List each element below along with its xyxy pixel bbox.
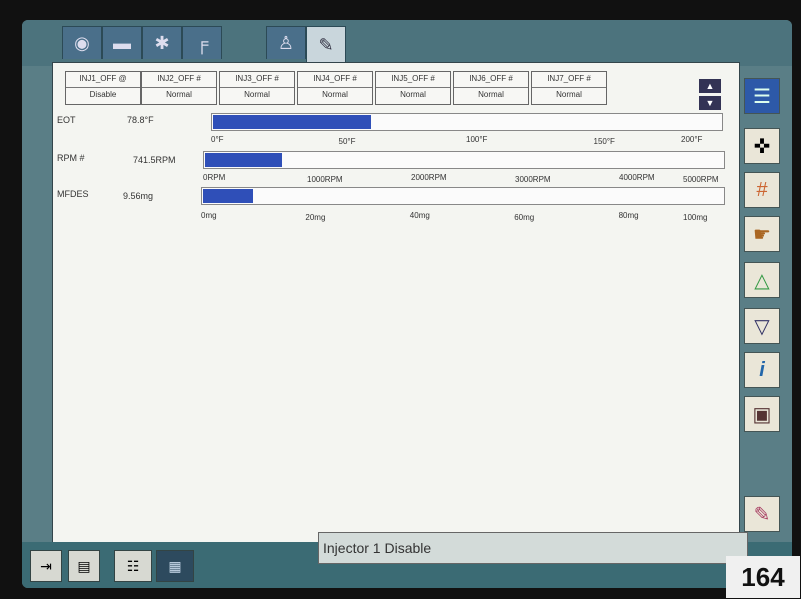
injector-1-toggle[interactable]: INJ1_OFF @ Disable xyxy=(65,71,141,105)
hand-icon[interactable]: ☛ xyxy=(744,216,780,252)
data-list-icon[interactable]: ☷ xyxy=(114,550,152,582)
exit-icon[interactable]: ⇥ xyxy=(30,550,62,582)
injector-state: Normal xyxy=(322,90,348,99)
injector-7-toggle[interactable]: INJ7_OFF # Normal xyxy=(531,71,607,105)
data-grid-icon[interactable]: ▦ xyxy=(156,550,194,582)
logo-icon[interactable]: ◉ xyxy=(62,26,102,59)
param-name: MFDES xyxy=(57,189,89,199)
dropdown-icon[interactable]: ▽ xyxy=(744,308,780,344)
param-value: 741.5RPM xyxy=(133,155,176,165)
injector-name: INJ7_OFF # xyxy=(532,72,606,88)
scale-label: 0°F xyxy=(211,135,224,144)
injector-state: Normal xyxy=(400,90,426,99)
top-tab-bar: ◉ ▬ ✱ ╒ ♙ ✎ xyxy=(22,20,792,66)
scale-label: 100°F xyxy=(466,135,488,144)
grid-icon[interactable]: # xyxy=(744,172,780,208)
rpm-scale: 0RPM 1000RPM 2000RPM 3000RPM 4000RPM 500… xyxy=(203,173,723,184)
bar-fill xyxy=(213,115,372,129)
scale-label: 60mg xyxy=(514,213,535,222)
right-toolbar: ☰ ✜ # ☛ △ ▽ i ▣ ✎ xyxy=(740,78,786,538)
tool-icon[interactable]: ╒ xyxy=(182,26,222,59)
scale-label: 3000RPM xyxy=(515,175,551,184)
scale-label: 150°F xyxy=(593,137,615,146)
injector-name: INJ6_OFF # xyxy=(454,72,528,88)
scale-label: 80mg xyxy=(618,211,639,220)
graph-icon[interactable]: △ xyxy=(744,262,780,298)
scale-label: 200°F xyxy=(681,135,703,144)
param-value: 9.56mg xyxy=(123,191,154,201)
scale-label: 0mg xyxy=(201,211,217,220)
scale-label: 100mg xyxy=(683,213,708,222)
injector-name: INJ2_OFF # xyxy=(142,72,216,88)
injector-4-toggle[interactable]: INJ4_OFF # Normal xyxy=(297,71,373,105)
scale-label: 1000RPM xyxy=(307,175,343,184)
scale-label: 0RPM xyxy=(203,173,226,182)
page-number: 164 xyxy=(726,556,800,598)
injector-5-toggle[interactable]: INJ5_OFF # Normal xyxy=(375,71,451,105)
scale-label: 40mg xyxy=(409,211,430,220)
camera-icon[interactable]: ✜ xyxy=(744,128,780,164)
scroll-down-icon[interactable]: ▼ xyxy=(699,96,721,110)
scale-label: 20mg xyxy=(305,213,326,222)
injector-name: INJ3_OFF # xyxy=(220,72,294,88)
scale-label: 2000RPM xyxy=(411,173,447,182)
injector-name: INJ1_OFF @ xyxy=(66,72,140,88)
injector-name: INJ4_OFF # xyxy=(298,72,372,88)
injector-state: Normal xyxy=(556,90,582,99)
eot-scale: 0°F 50°F 100°F 150°F 200°F xyxy=(211,135,721,146)
engine-icon[interactable]: ✱ xyxy=(142,26,182,59)
eraser-icon[interactable]: ✎ xyxy=(744,496,780,532)
scan-tool-screen: ◉ ▬ ✱ ╒ ♙ ✎ INJ1_OFF @ Disable INJ2_OFF … xyxy=(22,20,792,588)
param-value: 78.8°F xyxy=(127,115,154,125)
injector-6-toggle[interactable]: INJ6_OFF # Normal xyxy=(453,71,529,105)
mfdes-bar xyxy=(201,187,725,205)
bar-fill xyxy=(205,153,282,167)
injector-name: INJ5_OFF # xyxy=(376,72,450,88)
seat-icon[interactable]: ♙ xyxy=(266,26,306,59)
scroll-up-icon[interactable]: ▲ xyxy=(699,79,721,93)
injector-state: Normal xyxy=(478,90,504,99)
diagnostic-icon[interactable]: ✎ xyxy=(306,26,346,63)
print-icon[interactable]: ▣ xyxy=(744,396,780,432)
info-icon[interactable]: i xyxy=(744,352,780,388)
mfdes-scale: 0mg 20mg 40mg 60mg 80mg 100mg xyxy=(201,211,723,222)
scale-label: 4000RPM xyxy=(619,173,655,182)
rpm-bar xyxy=(203,151,725,169)
injector-state: Normal xyxy=(244,90,270,99)
book-icon[interactable]: ▤ xyxy=(68,550,100,582)
injector-state: Disable xyxy=(89,90,117,99)
status-bar: Injector 1 Disable xyxy=(318,532,748,564)
scale-label: 5000RPM xyxy=(683,175,719,184)
scale-label: 50°F xyxy=(338,137,356,146)
vehicle-icon[interactable]: ▬ xyxy=(102,26,142,59)
param-name: EOT xyxy=(57,115,76,125)
injector-3-toggle[interactable]: INJ3_OFF # Normal xyxy=(219,71,295,105)
data-panel: INJ1_OFF @ Disable INJ2_OFF # Normal INJ… xyxy=(52,62,740,544)
param-name: RPM # xyxy=(57,153,85,163)
injector-2-toggle[interactable]: INJ2_OFF # Normal xyxy=(141,71,217,105)
list-icon[interactable]: ☰ xyxy=(744,78,780,114)
injector-state: Normal xyxy=(166,90,192,99)
bar-fill xyxy=(203,189,254,203)
eot-bar xyxy=(211,113,723,131)
